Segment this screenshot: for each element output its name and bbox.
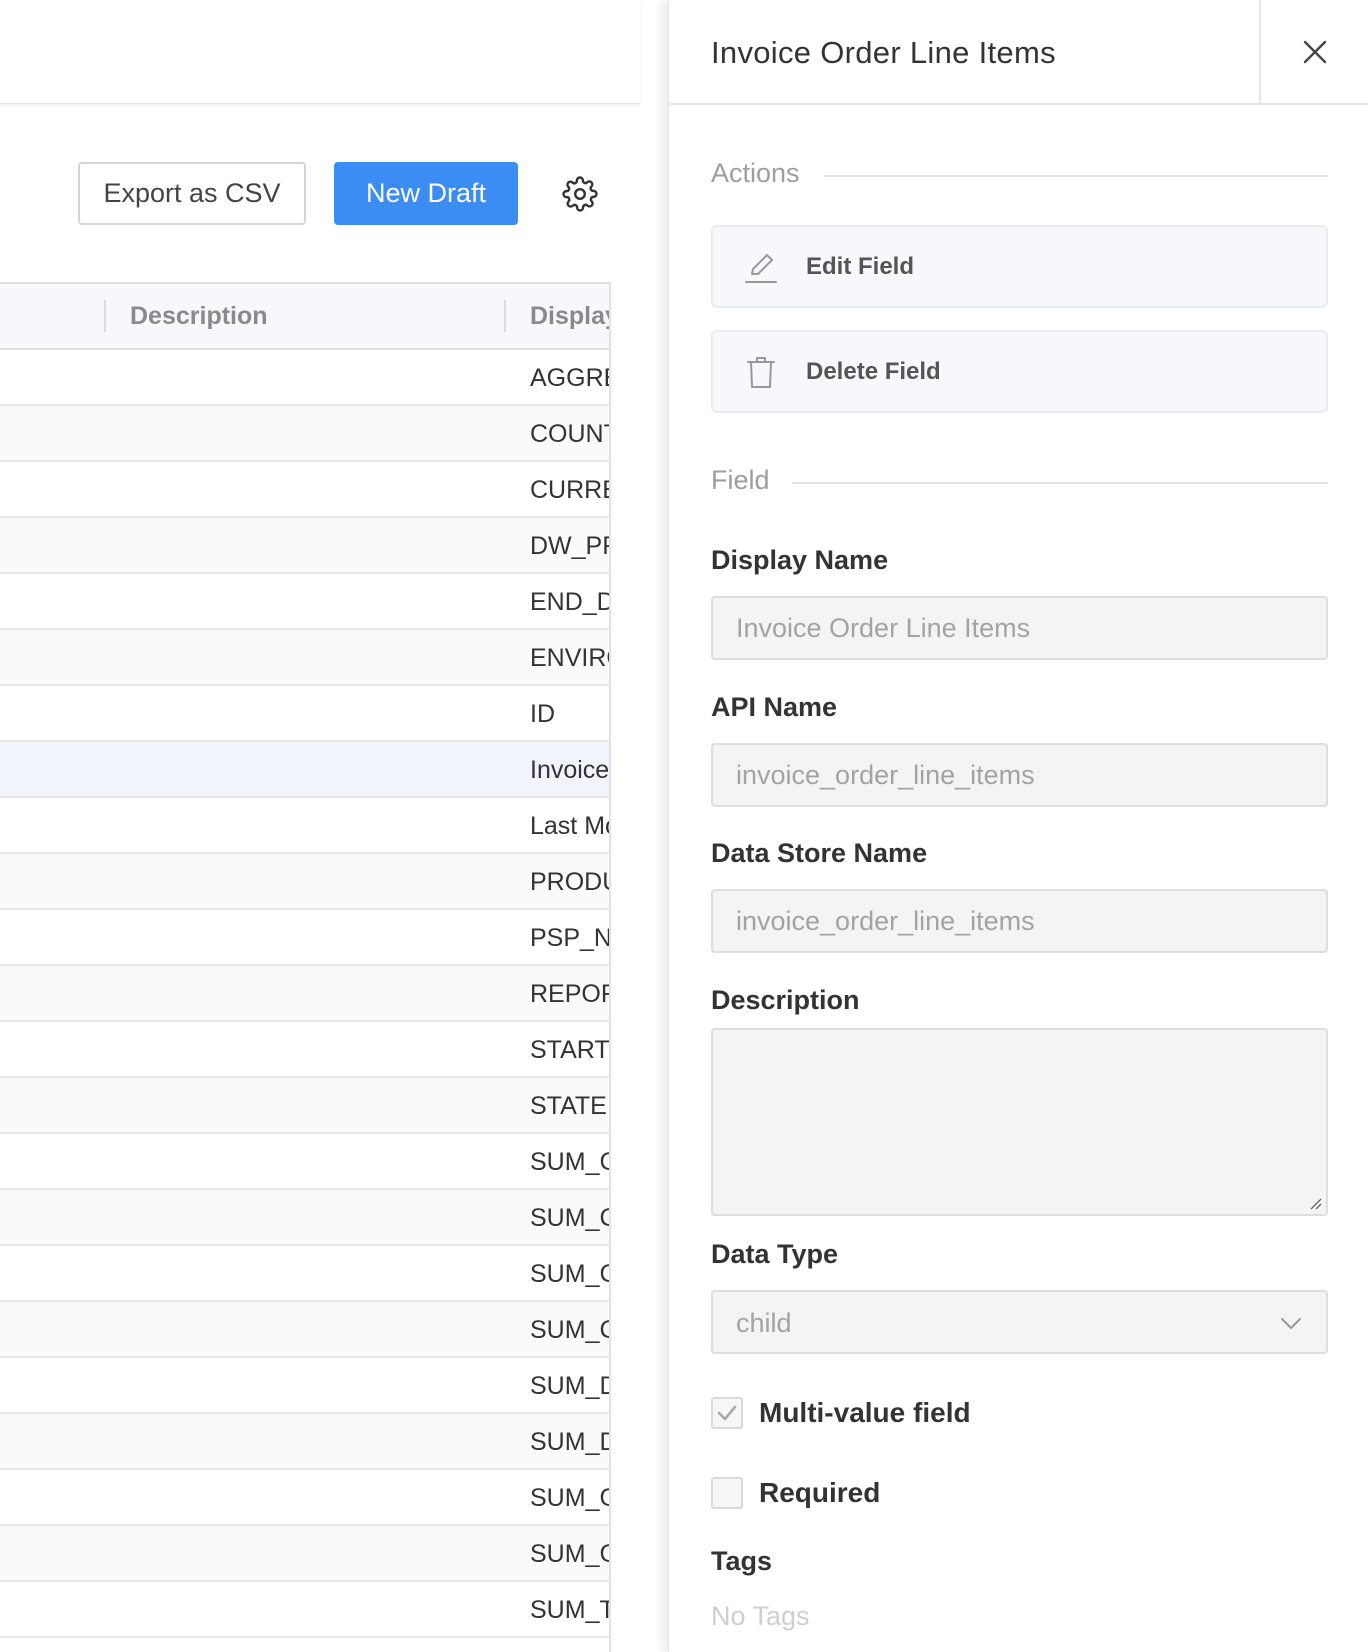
table-row[interactable]: AGGRE <box>0 350 609 406</box>
actions-section-label: Actions <box>711 158 800 188</box>
panel-title: Invoice Order Line Items <box>711 35 1056 70</box>
no-tags-text: No Tags <box>711 1601 810 1631</box>
display-cell: CURRE <box>530 476 611 504</box>
field-detail-panel: Invoice Order Line Items Actions Edit Fi… <box>668 0 1368 1652</box>
tags-label: Tags <box>711 1546 773 1576</box>
new-draft-button[interactable]: New Draft <box>334 162 518 225</box>
edit-field-label: Edit Field <box>806 253 914 280</box>
gear-icon[interactable] <box>562 176 598 212</box>
table-row[interactable]: SUM_C <box>0 1302 609 1358</box>
close-button[interactable] <box>1259 0 1368 104</box>
display-cell: ENVIRO <box>530 644 609 672</box>
required-checkbox[interactable] <box>711 1477 743 1509</box>
table-row[interactable]: STATE <box>0 1078 609 1134</box>
table-row[interactable]: SUM_C <box>0 1190 609 1246</box>
display-cell: ID <box>530 700 555 728</box>
display-cell: PRODU <box>530 868 609 896</box>
delete-field-label: Delete Field <box>806 358 941 385</box>
column-header-description[interactable]: Description <box>130 284 268 348</box>
description-textarea[interactable] <box>711 1028 1328 1216</box>
table-row[interactable]: ENVIRO <box>0 630 609 686</box>
table-header: Description Display <box>0 284 609 350</box>
display-cell: SUM_C <box>530 1148 611 1176</box>
fields-table: Description Display AGGRE COUNT CURRE DW_PF… <box>0 282 611 1652</box>
data-type-select[interactable]: child <box>711 1290 1328 1354</box>
column-divider[interactable] <box>504 300 506 332</box>
display-cell: SUM_C <box>530 1204 611 1232</box>
section-divider <box>824 175 1328 177</box>
display-cell: PSP_NA <box>530 924 611 952</box>
display-name-label: Display Name <box>711 545 889 575</box>
api-name-label: API Name <box>711 692 838 722</box>
data-store-name-label: Data Store Name <box>711 838 928 868</box>
display-cell: END_D <box>530 588 611 616</box>
table-row[interactable]: SUM_G <box>0 1526 609 1582</box>
data-type-value: child <box>736 1308 792 1338</box>
data-store-name-input[interactable] <box>711 889 1328 953</box>
required-label[interactable]: Required <box>759 1477 880 1509</box>
chevron-down-icon <box>1281 1318 1301 1329</box>
delete-field-button[interactable]: Delete Field <box>711 330 1328 413</box>
trash-icon <box>747 357 775 388</box>
display-name-input[interactable] <box>711 596 1328 660</box>
table-row[interactable]: SUM_C <box>0 1134 609 1190</box>
display-cell: SUM_G <box>530 1540 611 1568</box>
pencil-icon <box>745 254 777 283</box>
display-cell: SUM_C <box>530 1260 611 1288</box>
table-row[interactable]: Invoice <box>0 742 609 798</box>
table-row[interactable]: END_D <box>0 574 609 630</box>
top-bar <box>0 0 640 104</box>
api-name-input[interactable] <box>711 743 1328 807</box>
display-cell: START_ <box>530 1036 610 1064</box>
column-divider[interactable] <box>104 300 106 332</box>
display-cell: SUM_D <box>530 1372 611 1400</box>
table-row[interactable]: SUM_C <box>0 1246 609 1302</box>
display-cell: SUM_C <box>530 1316 611 1344</box>
table-row[interactable]: REPOR <box>0 966 609 1022</box>
table-row[interactable]: SUM_D <box>0 1358 609 1414</box>
close-icon <box>1303 40 1327 64</box>
description-label: Description <box>711 985 860 1015</box>
display-cell: SUM_D <box>530 1428 611 1456</box>
display-cell: Invoice <box>530 756 610 784</box>
display-cell: Last Mo <box>530 812 611 840</box>
checkmark-icon <box>717 1405 737 1421</box>
resize-grip-icon[interactable] <box>1308 1196 1322 1210</box>
table-row[interactable]: ID <box>0 686 609 742</box>
table-row[interactable]: Last Mo <box>0 798 609 854</box>
edit-field-button[interactable]: Edit Field <box>711 225 1328 308</box>
table-body: AGGRE COUNT CURRE DW_PF END_D ENVIRO ID Invoice… <box>0 350 609 1638</box>
table-row[interactable]: START_ <box>0 1022 609 1078</box>
display-cell: STATE <box>530 1092 607 1120</box>
display-cell: DW_PF <box>530 532 611 560</box>
multi-value-checkbox[interactable] <box>711 1397 743 1429</box>
table-row[interactable]: PRODU <box>0 854 609 910</box>
display-cell: SUM_T <box>530 1596 611 1624</box>
table-row[interactable]: COUNT <box>0 406 609 462</box>
section-divider <box>792 482 1328 484</box>
export-csv-button[interactable]: Export as CSV <box>78 162 306 225</box>
display-cell: REPOR <box>530 980 611 1008</box>
field-section-label: Field <box>711 465 770 495</box>
data-type-label: Data Type <box>711 1239 839 1269</box>
table-row[interactable]: PSP_NA <box>0 910 609 966</box>
table-row[interactable]: DW_PF <box>0 518 609 574</box>
table-row[interactable]: SUM_T <box>0 1582 609 1638</box>
table-row[interactable]: SUM_D <box>0 1414 609 1470</box>
display-cell: AGGRE <box>530 364 609 392</box>
multi-value-label[interactable]: Multi-value field <box>759 1397 971 1429</box>
table-row[interactable]: SUM_G <box>0 1470 609 1526</box>
column-header-display[interactable]: Display <box>530 284 609 348</box>
display-cell: SUM_G <box>530 1484 611 1512</box>
panel-header: Invoice Order Line Items <box>669 0 1368 105</box>
table-row[interactable]: CURRE <box>0 462 609 518</box>
display-cell: COUNT <box>530 420 611 448</box>
